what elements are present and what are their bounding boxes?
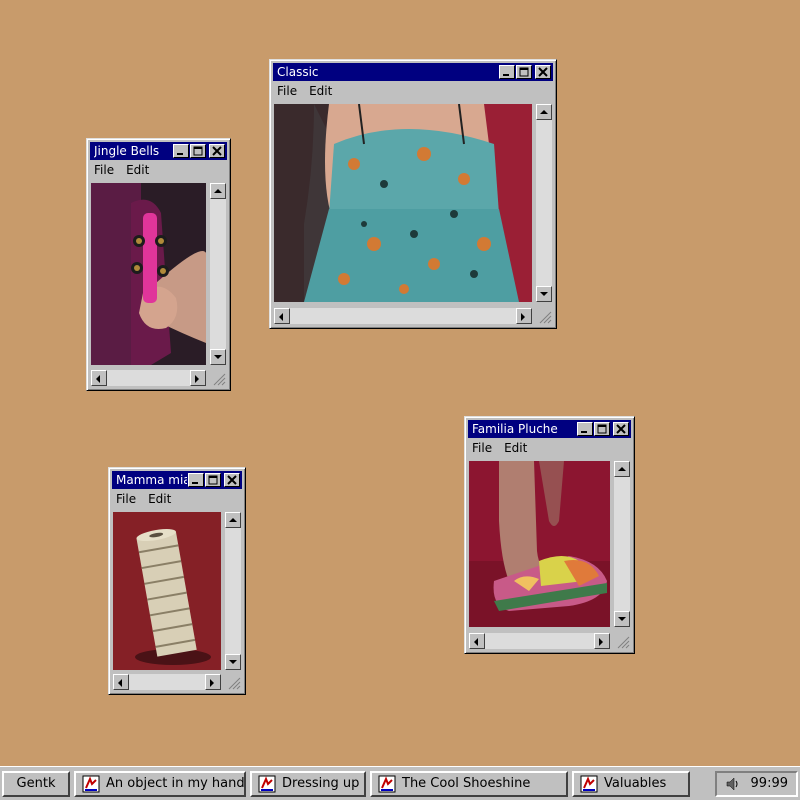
scroll-left-button[interactable] [91, 370, 107, 386]
vertical-scrollbar[interactable] [614, 461, 630, 627]
taskbar-item-label: Dressing up [282, 776, 360, 791]
scroll-left-button[interactable] [274, 308, 290, 324]
scroll-down-button[interactable] [536, 286, 552, 302]
window-content [469, 461, 630, 649]
window-title: Classic [277, 65, 319, 79]
start-label: Gentk [16, 776, 56, 791]
window-jingle-bells[interactable]: Jingle Bells File Edit [86, 138, 231, 391]
vertical-scrollbar[interactable] [210, 183, 226, 365]
menu-edit[interactable]: Edit [126, 163, 149, 177]
close-button[interactable] [209, 144, 225, 158]
start-button[interactable]: Gentk [2, 770, 70, 797]
maximize-button[interactable] [190, 144, 206, 158]
clock: 99:99 [750, 776, 788, 791]
scroll-down-button[interactable] [210, 349, 226, 365]
scroll-right-button[interactable] [516, 308, 532, 324]
scroll-right-button[interactable] [205, 674, 221, 690]
window-mamma-mia[interactable]: Mamma mia! File Edit [108, 467, 246, 695]
scroll-up-button[interactable] [614, 461, 630, 477]
taskbar: Gentk An object in my hand Dressing up T… [0, 766, 800, 800]
menu-edit[interactable]: Edit [148, 492, 171, 506]
scroll-left-button[interactable] [469, 633, 485, 649]
resize-grip-icon[interactable] [225, 674, 241, 690]
taskbar-item-label: Valuables [604, 776, 667, 791]
maximize-button[interactable] [516, 65, 532, 79]
vertical-scrollbar[interactable] [225, 512, 241, 670]
close-button[interactable] [613, 422, 629, 436]
menu-edit[interactable]: Edit [504, 441, 527, 455]
window-title: Jingle Bells [94, 144, 160, 158]
resize-grip-icon[interactable] [614, 633, 630, 649]
minimize-button[interactable] [188, 473, 204, 487]
scroll-up-button[interactable] [210, 183, 226, 199]
hand-bells-photo [91, 183, 206, 365]
vertical-scrollbar[interactable] [536, 104, 552, 302]
slipper-photo [469, 461, 610, 627]
menu-bar: File Edit [112, 489, 242, 509]
menu-bar: File Edit [273, 81, 553, 101]
window-content [274, 104, 552, 324]
menu-file[interactable]: File [116, 492, 136, 506]
titlebar[interactable]: Classic [273, 63, 553, 81]
menu-bar: File Edit [90, 160, 227, 180]
menu-file[interactable]: File [277, 84, 297, 98]
speaker-icon[interactable] [725, 776, 741, 792]
titlebar[interactable]: Jingle Bells [90, 142, 227, 160]
scroll-up-button[interactable] [225, 512, 241, 528]
leaning-tower-photo [113, 512, 221, 670]
horizontal-scrollbar[interactable] [274, 308, 532, 324]
app-icon [82, 775, 100, 792]
resize-grip-icon[interactable] [210, 370, 226, 386]
taskbar-item-the-cool-shoeshine[interactable]: The Cool Shoeshine [370, 770, 568, 797]
scroll-right-button[interactable] [190, 370, 206, 386]
close-button[interactable] [535, 65, 551, 79]
window-title: Familia Pluche [472, 422, 558, 436]
menu-bar: File Edit [468, 438, 631, 458]
dress-photo [274, 104, 532, 302]
taskbar-item-label: An object in my hand [106, 776, 245, 791]
taskbar-item-an-object-in-my-hand[interactable]: An object in my hand [74, 770, 246, 797]
window-familia-pluche[interactable]: Familia Pluche File Edit [464, 416, 635, 654]
app-icon [378, 775, 396, 792]
menu-edit[interactable]: Edit [309, 84, 332, 98]
close-button[interactable] [224, 473, 240, 487]
app-icon [580, 775, 598, 792]
resize-grip-icon[interactable] [536, 308, 552, 324]
scroll-right-button[interactable] [594, 633, 610, 649]
system-tray: 99:99 [714, 770, 798, 797]
scroll-down-button[interactable] [614, 611, 630, 627]
maximize-button[interactable] [594, 422, 610, 436]
app-icon [258, 775, 276, 792]
maximize-button[interactable] [205, 473, 221, 487]
menu-file[interactable]: File [472, 441, 492, 455]
window-title: Mamma mia! [116, 473, 187, 487]
horizontal-scrollbar[interactable] [113, 674, 221, 690]
menu-file[interactable]: File [94, 163, 114, 177]
minimize-button[interactable] [499, 65, 515, 79]
taskbar-item-dressing-up[interactable]: Dressing up [250, 770, 366, 797]
minimize-button[interactable] [173, 144, 189, 158]
titlebar[interactable]: Mamma mia! [112, 471, 242, 489]
taskbar-item-label: The Cool Shoeshine [402, 776, 531, 791]
scroll-down-button[interactable] [225, 654, 241, 670]
horizontal-scrollbar[interactable] [91, 370, 206, 386]
window-classic[interactable]: Classic File Edit [269, 59, 557, 329]
window-content [113, 512, 241, 690]
window-content [91, 183, 226, 386]
horizontal-scrollbar[interactable] [469, 633, 610, 649]
titlebar[interactable]: Familia Pluche [468, 420, 631, 438]
taskbar-item-valuables[interactable]: Valuables [572, 770, 690, 797]
minimize-button[interactable] [577, 422, 593, 436]
scroll-up-button[interactable] [536, 104, 552, 120]
scroll-left-button[interactable] [113, 674, 129, 690]
